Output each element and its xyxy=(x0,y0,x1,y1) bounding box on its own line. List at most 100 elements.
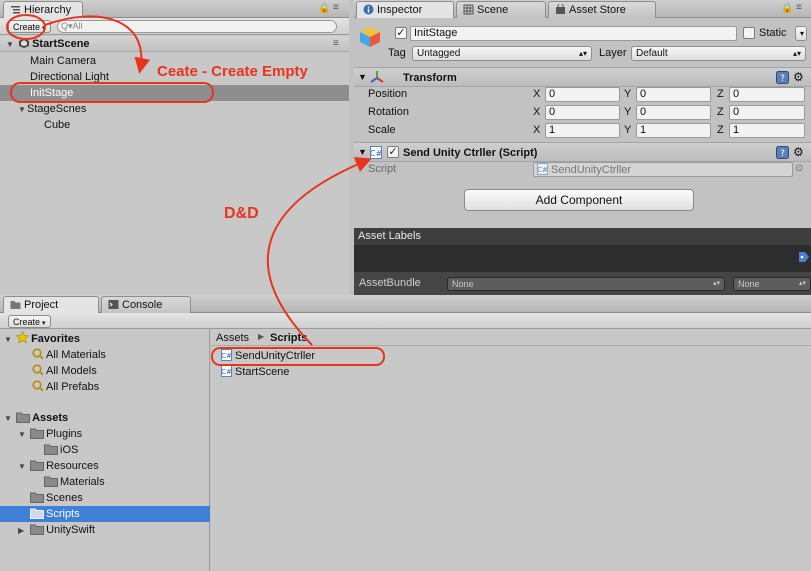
favorites-section[interactable]: ▼ Favorites xyxy=(0,330,210,348)
folder-icon xyxy=(44,476,58,487)
panel-menu-icon[interactable]: ≡ xyxy=(796,2,802,13)
layer-dropdown[interactable]: Default ▴▾ xyxy=(631,46,806,61)
tab-asset-store[interactable]: Asset Store xyxy=(548,1,656,18)
project-create-button[interactable]: Create ▾ xyxy=(8,315,51,328)
tab-hierarchy[interactable]: Hierarchy xyxy=(3,1,83,19)
file-item[interactable]: C# StartScene xyxy=(221,365,289,378)
hierarchy-item-initstage[interactable]: InitStage xyxy=(0,85,349,101)
scene-row[interactable]: ▼ StartScene ≡ xyxy=(0,36,349,52)
project-browser: Assets ▶ Scripts C# SendUnityCtrller C# St… xyxy=(211,329,811,571)
folder-icon xyxy=(30,428,45,439)
csharp-script-icon: C# xyxy=(537,163,548,175)
scene-menu-icon[interactable]: ≡ xyxy=(333,36,339,52)
script-component-header[interactable]: ▼ C# ✓ Send Unity Ctrller (Script) ? ⚙ xyxy=(354,142,811,162)
expand-triangle-icon[interactable]: ▼ xyxy=(6,37,15,53)
folder-ios[interactable]: iOS xyxy=(0,442,210,458)
rotation-y-label: Y xyxy=(624,106,632,118)
rotation-label: Rotation xyxy=(368,106,409,118)
breadcrumb-separator-icon: ▶ xyxy=(258,332,265,341)
transform-header[interactable]: ▼ Transform ? ⚙ xyxy=(354,67,811,87)
favorite-all-materials[interactable]: All Materials xyxy=(0,347,210,363)
folder-scenes[interactable]: Scenes xyxy=(0,490,210,506)
tab-hierarchy-label: Hierarchy xyxy=(24,4,72,16)
script-field-label: Script xyxy=(368,163,397,175)
favorite-all-models[interactable]: All Models xyxy=(0,363,210,379)
help-book-icon[interactable]: ? xyxy=(776,71,789,84)
position-x-input[interactable]: 0 xyxy=(545,87,620,102)
assets-section[interactable]: ▼ Assets xyxy=(0,410,210,426)
scale-y-input[interactable]: 1 xyxy=(636,123,711,138)
drag-drop-annotation: D&D xyxy=(224,205,259,222)
object-name-input[interactable]: InitStage xyxy=(410,26,737,41)
script-enabled-checkbox[interactable]: ✓ xyxy=(387,146,399,158)
star-icon xyxy=(15,330,30,344)
rotation-z-input[interactable]: 0 xyxy=(729,105,805,120)
hierarchy-search-input[interactable]: Q▾All xyxy=(57,20,337,33)
position-y-input[interactable]: 0 xyxy=(636,87,711,102)
hierarchy-tabbar: Hierarchy 🔒 ≡ xyxy=(0,0,349,19)
collapse-triangle-icon[interactable]: ▶ xyxy=(18,523,27,539)
breadcrumb-scripts[interactable]: Scripts xyxy=(270,332,307,344)
favorite-all-prefabs[interactable]: All Prefabs xyxy=(0,379,210,395)
project-toolbar: Create ▾ xyxy=(0,313,811,329)
tab-console[interactable]: Console xyxy=(101,296,191,313)
breadcrumb: Assets ▶ Scripts xyxy=(211,329,811,346)
object-picker-icon[interactable]: ⊙ xyxy=(795,162,803,176)
folder-icon xyxy=(16,412,31,423)
hierarchy-item-stagescnes[interactable]: ▼StageScnes xyxy=(0,101,349,117)
help-book-icon[interactable]: ? xyxy=(776,146,789,159)
lock-icon[interactable]: 🔒 xyxy=(318,3,330,14)
expand-triangle-icon[interactable]: ▼ xyxy=(18,459,27,475)
gear-icon[interactable]: ⚙ xyxy=(793,70,806,84)
lock-icon[interactable]: 🔒 xyxy=(781,3,793,14)
svg-text:?: ? xyxy=(780,74,785,84)
folder-materials[interactable]: Materials xyxy=(0,474,210,490)
assetbundle-variant-dropdown[interactable]: None ▴▾ xyxy=(733,277,811,291)
panel-menu-icon[interactable]: ≡ xyxy=(333,2,339,13)
tag-label: Tag xyxy=(388,47,406,59)
rotation-x-input[interactable]: 0 xyxy=(545,105,620,120)
tab-scene[interactable]: Scene xyxy=(456,1,546,18)
folder-scripts[interactable]: Scripts xyxy=(0,506,210,522)
folder-resources[interactable]: ▼ Resources xyxy=(0,458,210,474)
assetbundle-name-dropdown[interactable]: None ▴▾ xyxy=(447,277,725,291)
folder-icon xyxy=(44,444,58,455)
hierarchy-item-cube[interactable]: Cube xyxy=(0,117,349,133)
scene-name: StartScene xyxy=(32,38,90,50)
rotation-y-input[interactable]: 0 xyxy=(636,105,711,120)
static-dropdown[interactable]: ▾ xyxy=(795,26,807,41)
folder-plugins[interactable]: ▼ Plugins xyxy=(0,426,210,442)
tab-inspector[interactable]: Inspector xyxy=(356,1,454,19)
expand-triangle-icon[interactable]: ▼ xyxy=(4,411,13,427)
hierarchy-create-button[interactable]: Create ▾ xyxy=(8,20,51,33)
file-item[interactable]: C# SendUnityCtrller xyxy=(221,349,315,362)
folder-icon xyxy=(30,492,44,503)
add-component-button[interactable]: Add Component xyxy=(464,189,694,211)
expand-triangle-icon[interactable]: ▼ xyxy=(18,102,27,118)
inspector-tabbar: Inspector Scene Asset Store 🔒 ≡ xyxy=(354,0,811,19)
tab-project[interactable]: Project xyxy=(3,296,99,314)
active-checkbox[interactable]: ✓ xyxy=(395,27,407,39)
breadcrumb-assets[interactable]: Assets xyxy=(216,332,249,344)
console-icon xyxy=(108,299,119,310)
position-x-label: X xyxy=(533,88,541,100)
script-object-field: C# SendUnityCtrller xyxy=(533,162,793,177)
expand-triangle-icon[interactable]: ▼ xyxy=(4,332,13,348)
scale-x-input[interactable]: 1 xyxy=(545,123,620,138)
file-name: StartScene xyxy=(235,366,290,378)
info-icon xyxy=(363,4,374,15)
static-checkbox[interactable] xyxy=(743,27,755,39)
gear-icon[interactable]: ⚙ xyxy=(793,145,806,159)
csharp-script-icon: C# xyxy=(221,349,232,361)
foldout-triangle-icon[interactable]: ▼ xyxy=(358,70,367,84)
label-tag-icon[interactable] xyxy=(798,251,810,263)
position-z-input[interactable]: 0 xyxy=(729,87,805,102)
scale-z-label: Z xyxy=(717,124,724,136)
folder-unityswift[interactable]: ▶ UnitySwift xyxy=(0,522,210,538)
foldout-triangle-icon[interactable]: ▼ xyxy=(358,145,367,159)
tag-dropdown[interactable]: Untagged ▴▾ xyxy=(412,46,592,61)
position-z-label: Z xyxy=(717,88,724,100)
svg-text:C#: C# xyxy=(221,368,232,376)
scale-z-input[interactable]: 1 xyxy=(729,123,805,138)
expand-triangle-icon[interactable]: ▼ xyxy=(18,427,27,443)
